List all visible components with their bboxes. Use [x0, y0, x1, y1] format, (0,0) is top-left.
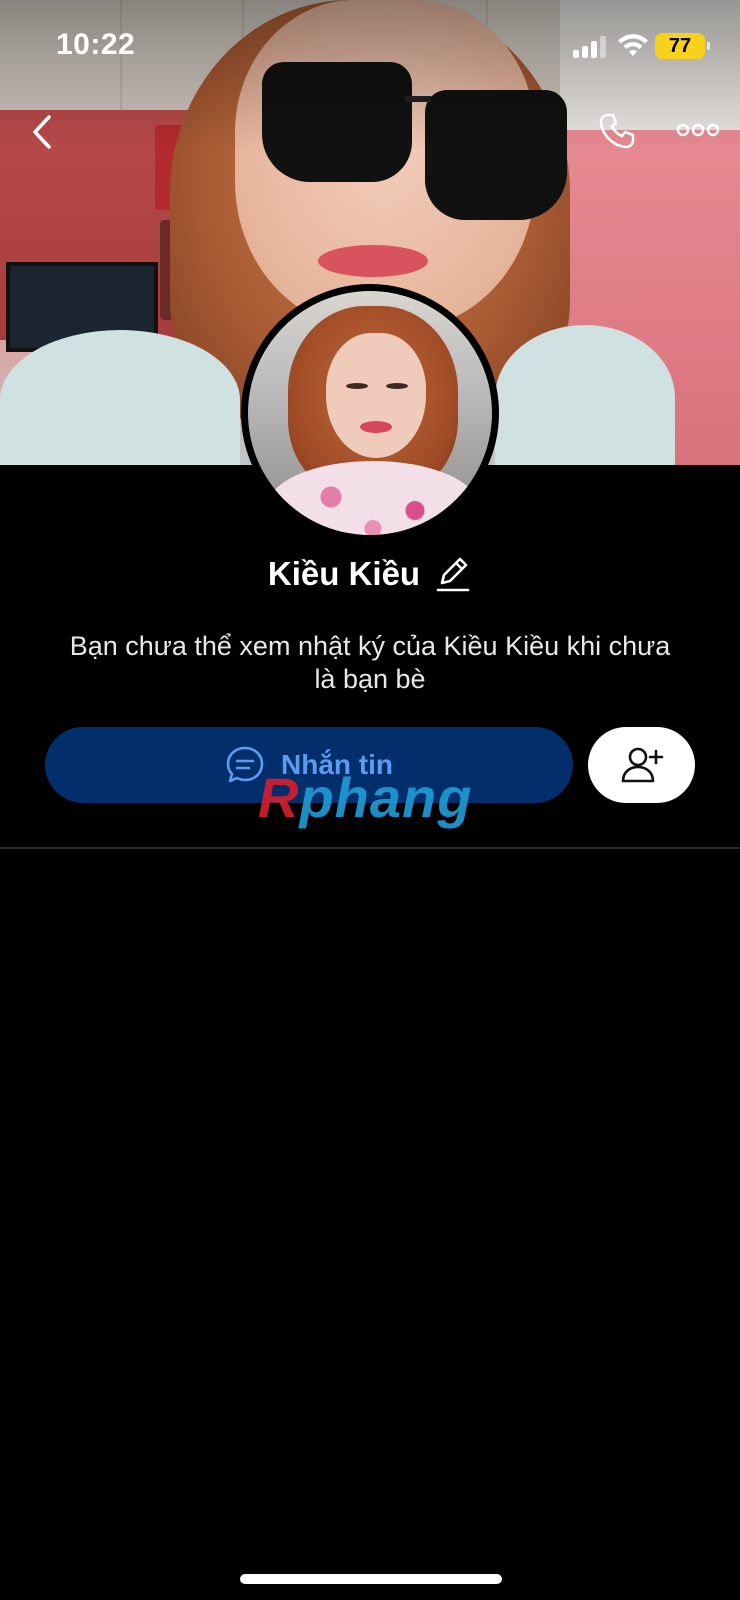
- profile-name-row: Kiều Kiều: [0, 554, 740, 594]
- call-button[interactable]: [592, 106, 642, 156]
- edit-name-button[interactable]: [434, 554, 472, 594]
- status-bar: 10:22 77: [0, 0, 740, 92]
- more-button[interactable]: [672, 110, 724, 150]
- wifi-icon: [617, 32, 649, 58]
- avatar[interactable]: [241, 284, 499, 542]
- watermark-logo: Rphang: [258, 766, 473, 829]
- profile-name: Kiều Kiều: [267, 555, 421, 592]
- add-friend-button[interactable]: [588, 727, 695, 803]
- phone-icon: [599, 113, 635, 149]
- status-time: 10:22: [56, 28, 136, 61]
- privacy-notice: Bạn chưa thể xem nhật ký của Kiều Kiều k…: [69, 631, 671, 694]
- profile-screen: 10:22 77 Kiều Kiều Bạn chưa thể xem nhật…: [0, 0, 740, 1600]
- section-divider: [0, 847, 740, 849]
- avatar-photo: [248, 291, 492, 535]
- battery-indicator: 77: [655, 33, 710, 59]
- back-button[interactable]: [22, 108, 62, 156]
- add-friend-icon: [621, 747, 663, 783]
- home-indicator[interactable]: [240, 1574, 502, 1584]
- pencil-icon: [436, 557, 470, 592]
- chevron-left-icon: [33, 115, 51, 149]
- more-horizontal-icon: [676, 123, 720, 137]
- signal-icon: [573, 36, 607, 58]
